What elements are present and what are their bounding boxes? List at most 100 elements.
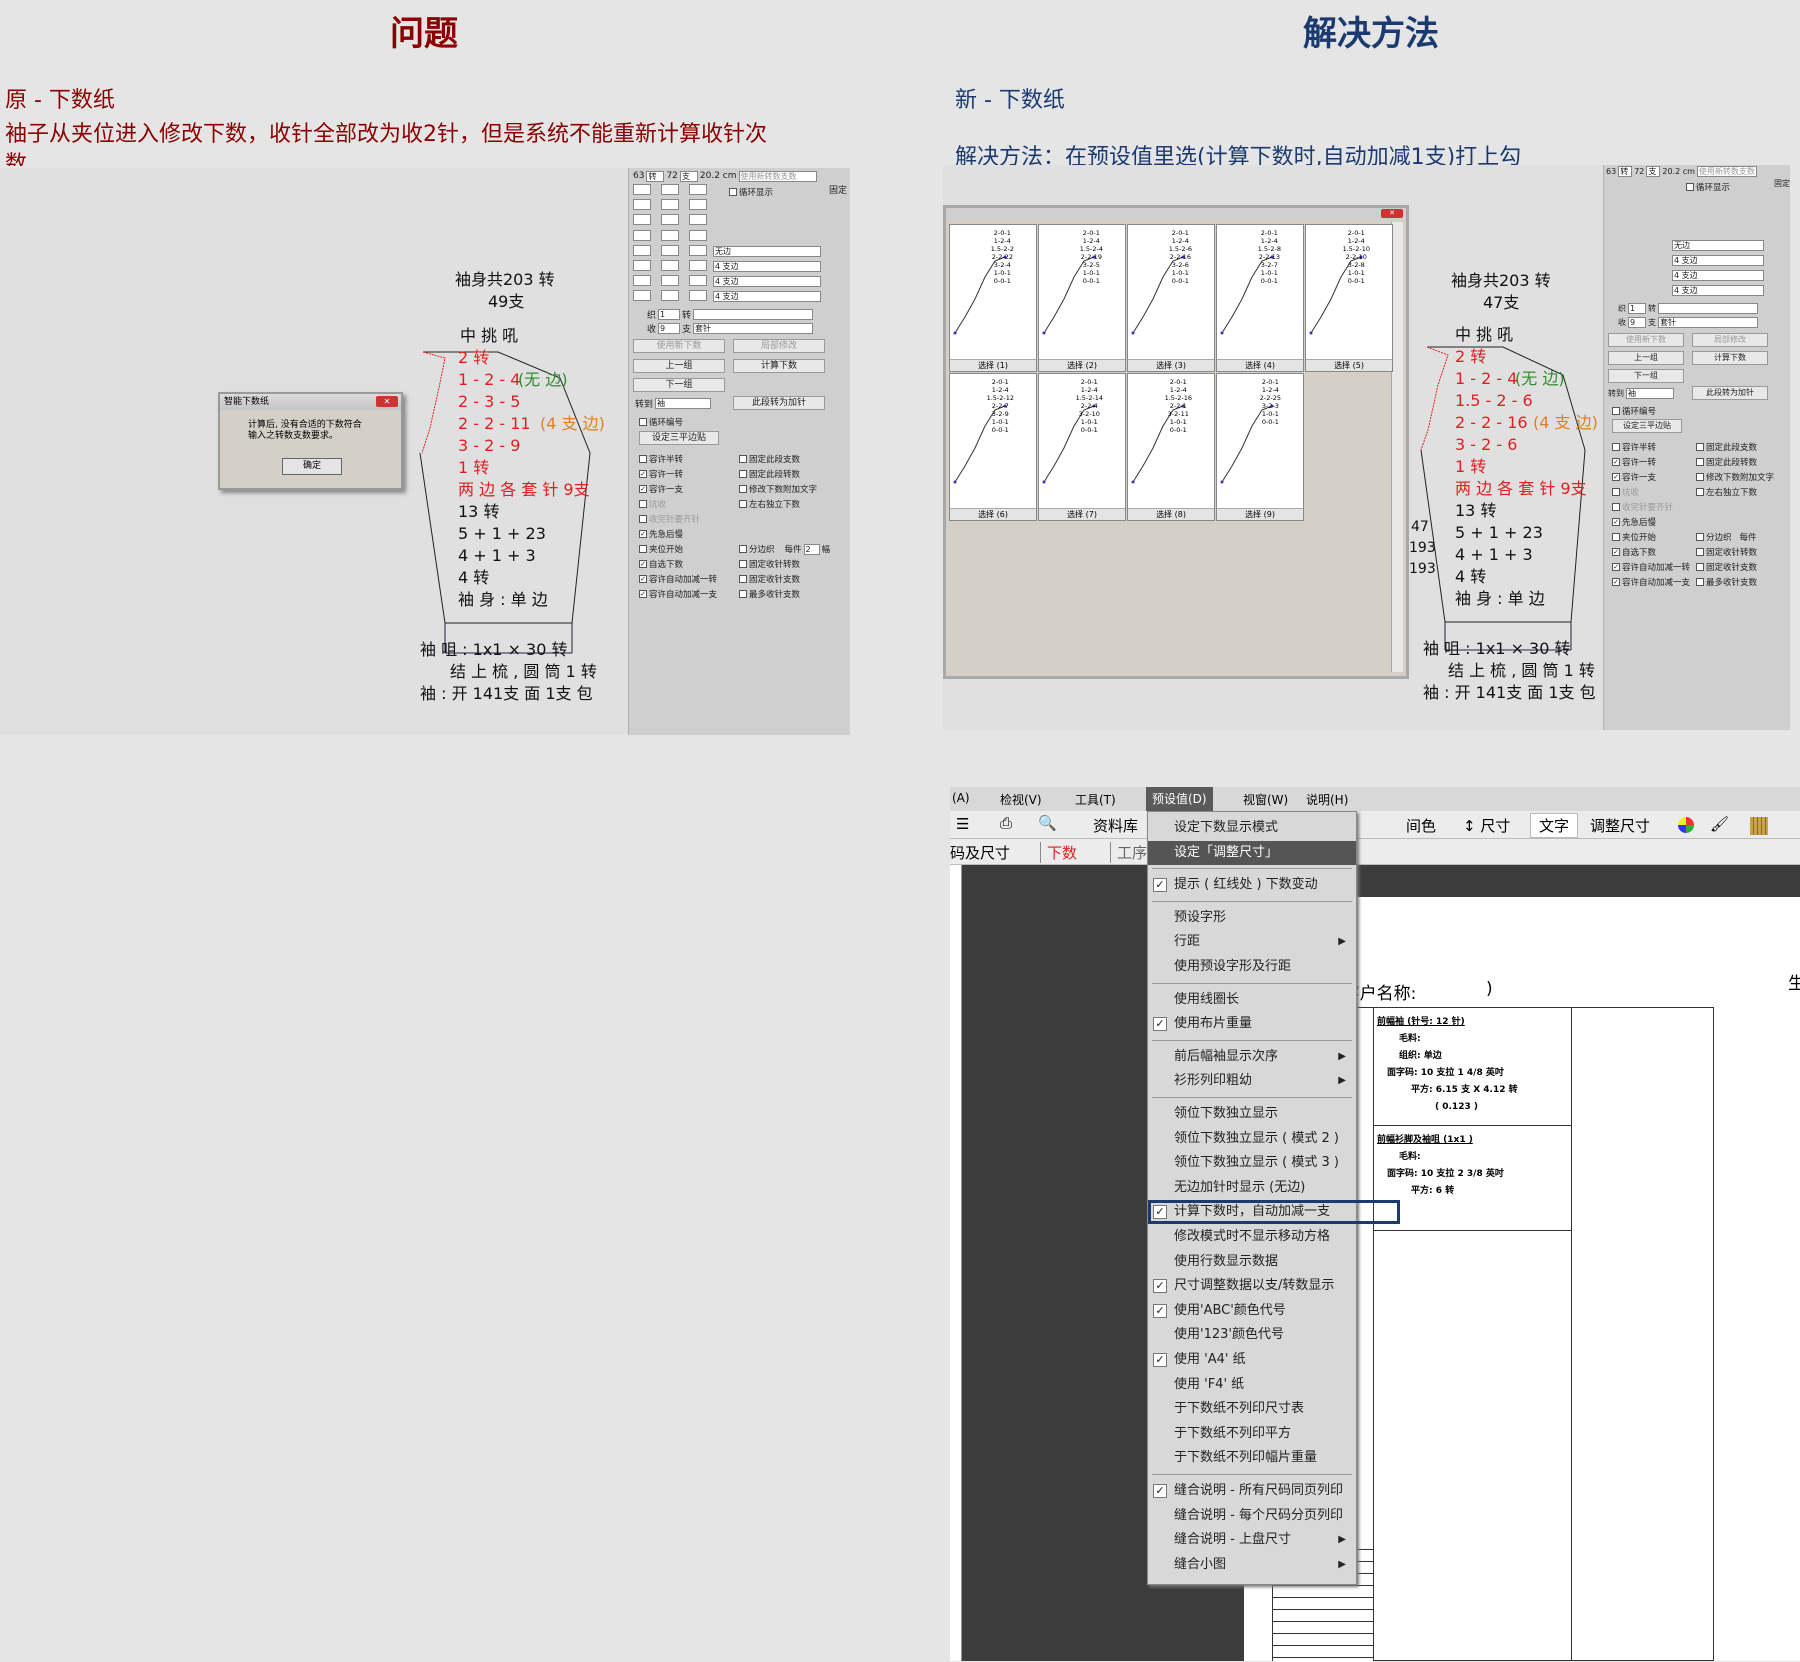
edge-select-3[interactable]: 4 支边: [1672, 270, 1764, 281]
cell[interactable]: [689, 230, 707, 241]
prev-group-button[interactable]: 上一组: [633, 359, 725, 373]
set-edge-button[interactable]: 设定三平边贴: [639, 431, 719, 445]
edge-select-1[interactable]: 无边: [713, 246, 821, 257]
c5[interactable]: 收完针要齐针: [639, 513, 700, 525]
cell[interactable]: [661, 199, 679, 210]
tab-down[interactable]: 下数: [1040, 842, 1077, 863]
choice-thumb[interactable]: 2-0-1 1-2-4 1.5-2-2 2-2-22 3-2-4 1-0-1 0-0-1 选择…: [949, 224, 1037, 372]
fill-icon[interactable]: 🖌: [1710, 815, 1729, 833]
cell[interactable]: [689, 260, 707, 271]
tao-select[interactable]: 套针: [693, 322, 814, 334]
c4[interactable]: 坑收: [639, 498, 666, 510]
menu-window[interactable]: 视窗(W): [1243, 791, 1288, 808]
d4[interactable]: 左右独立下数: [739, 498, 800, 510]
menu-item[interactable]: 衫形列印粗幼 ▶: [1148, 1069, 1356, 1093]
color-wheel-icon[interactable]: [1678, 817, 1694, 833]
menu-item[interactable]: 缝合说明 - 上盘尺寸 ▶: [1148, 1528, 1356, 1552]
menu-item[interactable]: 预设字形: [1148, 906, 1356, 930]
goto-select[interactable]: 袖: [1626, 387, 1674, 399]
c10[interactable]: ✓ 容许自动加减一支: [1612, 576, 1690, 588]
cell[interactable]: [633, 199, 651, 210]
cell[interactable]: [633, 230, 651, 241]
local-edit-button[interactable]: 局部修改: [733, 339, 825, 353]
edge-select-3[interactable]: 4 支边: [713, 276, 821, 287]
menu-item[interactable]: ✓ 计算下数时，自动加减一支: [1148, 1200, 1400, 1225]
menu-item[interactable]: 设定下数显示模式: [1148, 816, 1356, 840]
c1[interactable]: 容许半转: [1612, 441, 1656, 453]
cell[interactable]: [633, 245, 651, 256]
cell[interactable]: [633, 290, 651, 301]
c8[interactable]: ✓ 自选下数: [639, 558, 683, 570]
cell[interactable]: [689, 214, 707, 225]
close-icon[interactable]: ✕: [1381, 209, 1403, 218]
cell[interactable]: [661, 245, 679, 256]
choice-thumb[interactable]: 2-0-1 1-2-4 1.5-2-16 2-2-1 3-2-11 1-0-1 0-0-1 选…: [1127, 373, 1215, 521]
list-icon[interactable]: ☰: [956, 815, 969, 833]
d1[interactable]: 固定此段支数: [1696, 441, 1757, 453]
print-icon[interactable]: ⎙: [1000, 814, 1012, 832]
menu-item[interactable]: 缝合小图 ▶: [1148, 1553, 1356, 1577]
d7[interactable]: 固定收针支数: [1696, 561, 1757, 573]
d7[interactable]: 固定收针支数: [739, 573, 800, 585]
use-new-button[interactable]: 使用新转数支数: [738, 170, 817, 182]
zhi-select[interactable]: [1658, 302, 1758, 314]
set-edge-button[interactable]: 设定三平边贴: [1612, 419, 1682, 433]
cycle-check[interactable]: 循环显示: [729, 186, 773, 198]
d8[interactable]: 最多收针支数: [739, 588, 800, 600]
cell[interactable]: [661, 260, 679, 271]
goto-select[interactable]: 袖: [655, 397, 712, 409]
menu-tools[interactable]: 工具(T): [1075, 791, 1116, 808]
tao-select[interactable]: 套针: [1658, 316, 1758, 328]
c9[interactable]: ✓ 容许自动加减一转: [639, 573, 717, 585]
cell[interactable]: [661, 184, 679, 195]
menu-item[interactable]: 使用'123'颜色代号: [1148, 1323, 1356, 1347]
zhi-input[interactable]: 1: [1628, 302, 1646, 314]
menu-defaults[interactable]: 预设值(D): [1146, 787, 1213, 811]
zhi-select[interactable]: [693, 308, 814, 320]
d2[interactable]: 固定此段转数: [1696, 456, 1757, 468]
menu-item[interactable]: 前后幅袖显示次序 ▶: [1148, 1045, 1356, 1069]
c3[interactable]: ✓ 容许一支: [1612, 471, 1656, 483]
text-button[interactable]: 文字: [1530, 813, 1579, 838]
local-edit-button[interactable]: 局部修改: [1692, 333, 1768, 347]
edge-select-4[interactable]: 4 支边: [713, 291, 821, 302]
size-button[interactable]: ↕ 尺寸: [1463, 815, 1510, 836]
c7[interactable]: 夹位开始: [1612, 531, 1656, 543]
menu-item[interactable]: 行距 ▶: [1148, 930, 1356, 954]
d6[interactable]: 固定收针转数: [1696, 546, 1757, 558]
d2[interactable]: 固定此段转数: [739, 468, 800, 480]
next-group-button[interactable]: 下一组: [1608, 369, 1684, 383]
d3[interactable]: 修改下数附加文字: [1696, 471, 1774, 483]
c4[interactable]: 坑收: [1612, 486, 1639, 498]
c5[interactable]: 收完针要齐针: [1612, 501, 1673, 513]
adjust-size-button[interactable]: 调整尺寸: [1590, 815, 1650, 836]
c3[interactable]: ✓ 容许一支: [639, 483, 683, 495]
cycle-check[interactable]: 循环显示: [1686, 181, 1730, 193]
cell[interactable]: [633, 214, 651, 225]
cell[interactable]: [661, 290, 679, 301]
d3[interactable]: 修改下数附加文字: [739, 483, 817, 495]
choice-thumb[interactable]: 2-0-1 1-2-4 1.5-2-14 2-2-4 3-2-10 1-0-1 0-0-1 选…: [1038, 373, 1126, 521]
menu-view[interactable]: 检视(V): [1000, 791, 1042, 808]
pattern-icon[interactable]: [1750, 817, 1768, 835]
edge-select-4[interactable]: 4 支边: [1672, 285, 1764, 296]
d1[interactable]: 固定此段支数: [739, 453, 800, 465]
preview-icon[interactable]: 🔍: [1038, 814, 1057, 832]
menu-item[interactable]: ✓ 缝合说明 - 所有尺码同页列印: [1148, 1479, 1356, 1503]
d4[interactable]: 左右独立下数: [1696, 486, 1757, 498]
choice-thumb[interactable]: 2-0-1 1-2-4 2-2-25 3-2-3 1-0-1 0-0-1 选择 (9): [1216, 373, 1304, 521]
menu-item[interactable]: 使用行数显示数据: [1148, 1250, 1356, 1274]
menu-item[interactable]: ✓ 使用'ABC'颜色代号: [1148, 1299, 1356, 1323]
menu-item[interactable]: 领位下数独立显示 ( 模式 2 ): [1148, 1127, 1356, 1151]
cell[interactable]: [661, 275, 679, 286]
menu-item[interactable]: ✓ 尺寸调整数据以支/转数显示: [1148, 1274, 1356, 1298]
menu-item[interactable]: 修改模式时不显示移动方格: [1148, 1225, 1356, 1249]
c10[interactable]: ✓ 容许自动加减一支: [639, 588, 717, 600]
edge-select-2[interactable]: 4 支边: [713, 261, 821, 272]
cell[interactable]: [633, 275, 651, 286]
cell[interactable]: [633, 260, 651, 271]
edge-select-2[interactable]: 4 支边: [1672, 255, 1764, 266]
c6[interactable]: ✓ 先急后慢: [1612, 516, 1656, 528]
c8[interactable]: ✓ 自选下数: [1612, 546, 1656, 558]
use-new-button[interactable]: 使用新转数支数: [1696, 165, 1757, 177]
